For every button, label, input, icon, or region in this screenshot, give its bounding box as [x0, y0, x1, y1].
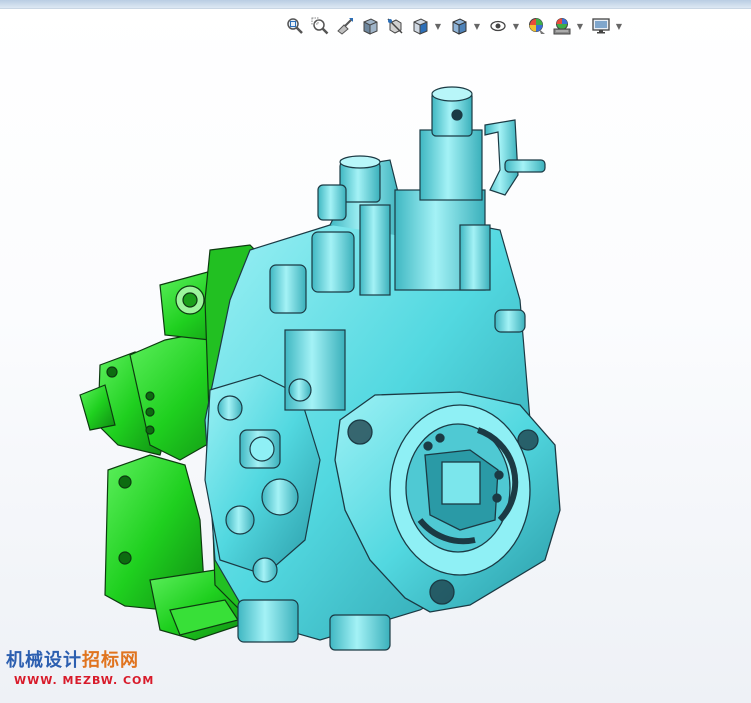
graphics-viewport[interactable] [0, 40, 751, 703]
fuel-injection-pump-model[interactable] [0, 40, 751, 703]
section-view-icon[interactable] [359, 15, 381, 37]
heads-up-view-toolbar: ▼ ▼ ▼ ▼ ▼ [284, 14, 629, 38]
watermark-title: 机械设计招标网 [6, 650, 156, 672]
hide-show-items-icon[interactable] [487, 15, 509, 37]
apply-scene-icon[interactable] [551, 15, 573, 37]
watermark-title-b: 招标网 [82, 650, 139, 671]
zoom-to-area-icon[interactable] [309, 15, 331, 37]
apply-scene-dropdown-icon[interactable]: ▼ [576, 15, 584, 37]
site-watermark: 机械设计招标网 WWW. MEZBW. COM [6, 650, 156, 687]
view-orientation-dropdown-icon[interactable]: ▼ [434, 15, 442, 37]
view-orientation-icon[interactable] [409, 15, 431, 37]
hide-show-items-dropdown-icon[interactable]: ▼ [512, 15, 520, 37]
watermark-url: WWW. MEZBW. COM [14, 674, 155, 687]
zoom-to-fit-icon[interactable] [284, 15, 306, 37]
display-style-icon[interactable] [448, 15, 470, 37]
view-settings-dropdown-icon[interactable]: ▼ [615, 15, 623, 37]
view-settings-icon[interactable] [590, 15, 612, 37]
watermark-title-a: 机械设计 [6, 650, 82, 671]
previous-view-icon[interactable] [334, 15, 356, 37]
display-style-dropdown-icon[interactable]: ▼ [473, 15, 481, 37]
dynamic-annotation-icon[interactable] [384, 15, 406, 37]
edit-appearance-icon[interactable] [526, 15, 548, 37]
graphics-area-top-border [0, 0, 751, 9]
